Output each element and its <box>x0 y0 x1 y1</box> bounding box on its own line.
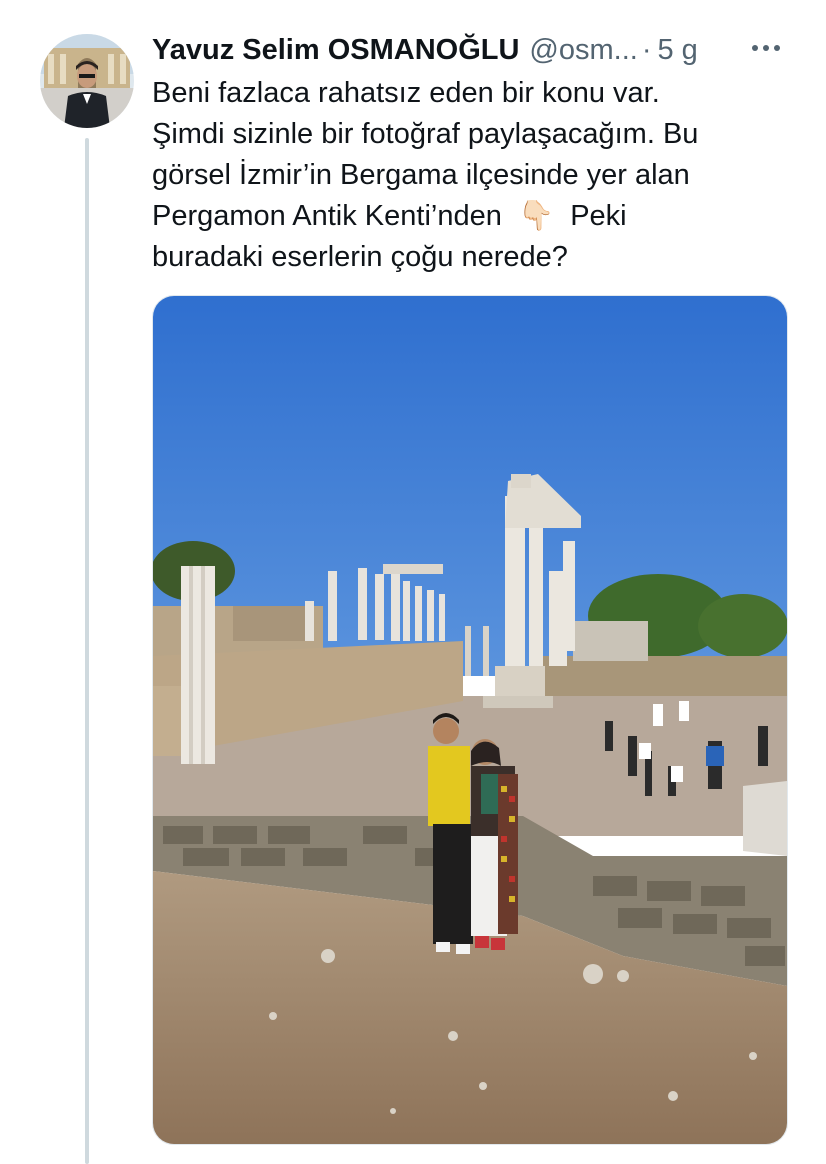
tweet-header: Yavuz Selim OSMANOĞLU @osm... · 5 g <box>152 30 792 70</box>
pergamon-ruins-image <box>153 296 787 1144</box>
separator-dot: · <box>641 33 652 66</box>
tweet-text-line: Pergamon Antik Kenti’nden 👇🏻 Peki <box>152 196 792 237</box>
tweet-card[interactable]: Yavuz Selim OSMANOĞLU @osm... · 5 g Beni… <box>0 0 826 1164</box>
tweet-media-photo[interactable] <box>152 295 788 1145</box>
tweet-text: Beni fazlaca rahatsız eden bir konu var.… <box>152 73 792 278</box>
avatar-photo <box>40 34 134 128</box>
pointing-down-emoji: 👇🏻 <box>517 200 555 232</box>
tweet-text-line: buradaki eserlerin çoğu nerede? <box>152 241 568 273</box>
tweet-text-line: görsel İzmir’in Bergama ilçesinde yer al… <box>152 159 690 191</box>
timestamp[interactable]: 5 g <box>658 34 698 67</box>
thread-connector-line <box>85 138 89 1164</box>
tweet-text-segment: Pergamon Antik Kenti’nden <box>152 200 502 232</box>
more-horizontal-icon <box>752 45 780 51</box>
avatar[interactable] <box>40 34 134 128</box>
tweet-text-segment: Peki <box>570 200 627 232</box>
more-options-button[interactable] <box>746 33 786 63</box>
tweet-text-line: Şimdi sizinle bir fotoğraf paylaşacağım.… <box>152 118 699 150</box>
user-handle[interactable]: @osm... <box>529 34 637 67</box>
display-name[interactable]: Yavuz Selim OSMANOĞLU <box>152 34 519 67</box>
tweet-text-line: Beni fazlaca rahatsız eden bir konu var. <box>152 77 660 109</box>
